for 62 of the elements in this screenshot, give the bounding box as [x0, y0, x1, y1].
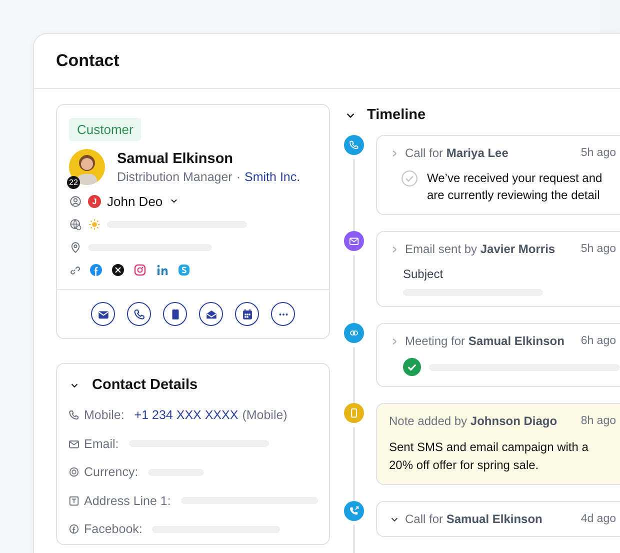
field-label: Currency: — [84, 465, 138, 480]
phone-icon — [68, 409, 80, 422]
facebook-icon[interactable] — [90, 264, 102, 276]
calendar-button[interactable] — [235, 302, 259, 326]
currency-icon — [68, 466, 80, 478]
field-note: (Mobile) — [242, 408, 288, 422]
mobile-icon — [344, 403, 364, 423]
activity-title: Call for Mariya Lee — [405, 146, 508, 160]
check-icon — [403, 358, 421, 376]
activity-title: Note added by Johnson Diago — [389, 414, 558, 428]
field-label: Mobile: — [84, 408, 124, 422]
note-text: Sent SMS and email campaign with a 20% off offer for spring sale. — [389, 439, 590, 474]
sun-icon — [88, 218, 101, 230]
job-title: Distribution Manager — [117, 170, 232, 184]
x-icon[interactable] — [112, 264, 124, 276]
customer-tag: Customer — [69, 118, 142, 141]
notebook-button[interactable] — [163, 302, 187, 326]
instagram-icon[interactable] — [134, 264, 146, 276]
count-badge: 22 — [67, 176, 80, 189]
phone-button[interactable] — [127, 302, 151, 326]
user-icon — [69, 194, 82, 208]
address-icon — [68, 494, 80, 507]
timestamp: 6h ago — [580, 335, 617, 347]
section-title: Contact Details — [92, 377, 198, 393]
timestamp: 4d ago — [580, 513, 617, 525]
activity-title: Meeting for Samual Elkinson — [405, 334, 564, 348]
timestamp: 8h ago — [580, 415, 617, 427]
field-label: Email: — [84, 436, 119, 451]
globe-icon — [69, 218, 82, 230]
window-title: Contact — [56, 51, 120, 71]
link-icon — [69, 264, 82, 276]
owner-avatar: J — [88, 194, 101, 208]
mail-icon — [344, 231, 364, 251]
meeting-icon — [344, 323, 364, 343]
phone-link[interactable]: +1 234 XXX XXXX — [134, 408, 238, 422]
location-icon — [69, 240, 82, 254]
open-envelope-icon — [204, 308, 218, 320]
field-label: Facebook: — [84, 522, 142, 536]
contact-name: Samual Elkinson — [117, 150, 234, 166]
field-label: Address Line 1: — [84, 494, 171, 508]
company-link[interactable]: Smith Inc. — [244, 170, 300, 184]
open-envelope-button[interactable] — [199, 302, 223, 326]
phone-icon — [344, 135, 364, 155]
activity-title: Call for Samual Elkinson — [405, 512, 542, 526]
activity-title: Email sent by Javier Morris — [405, 242, 556, 256]
mail-button[interactable] — [91, 302, 115, 326]
phone-icon — [132, 308, 146, 320]
linkedin-icon[interactable] — [156, 264, 168, 276]
outgoing-call-icon — [344, 501, 364, 521]
section-title: Timeline — [367, 107, 426, 123]
call-summary: We’ve received your request and are currently reviewing the detail — [427, 170, 602, 204]
timestamp: 5h ago — [580, 243, 617, 255]
facebook-icon — [68, 523, 80, 536]
check-circle-icon — [401, 170, 418, 187]
email-subject: Subject — [402, 266, 444, 283]
calendar-icon — [240, 308, 254, 320]
more-button[interactable] — [271, 302, 295, 326]
owner-name[interactable]: John Deo — [107, 194, 163, 208]
separator-dot: · — [236, 170, 241, 184]
skype-icon[interactable] — [178, 264, 190, 276]
timestamp: 5h ago — [580, 147, 617, 159]
mail-icon — [68, 438, 80, 450]
